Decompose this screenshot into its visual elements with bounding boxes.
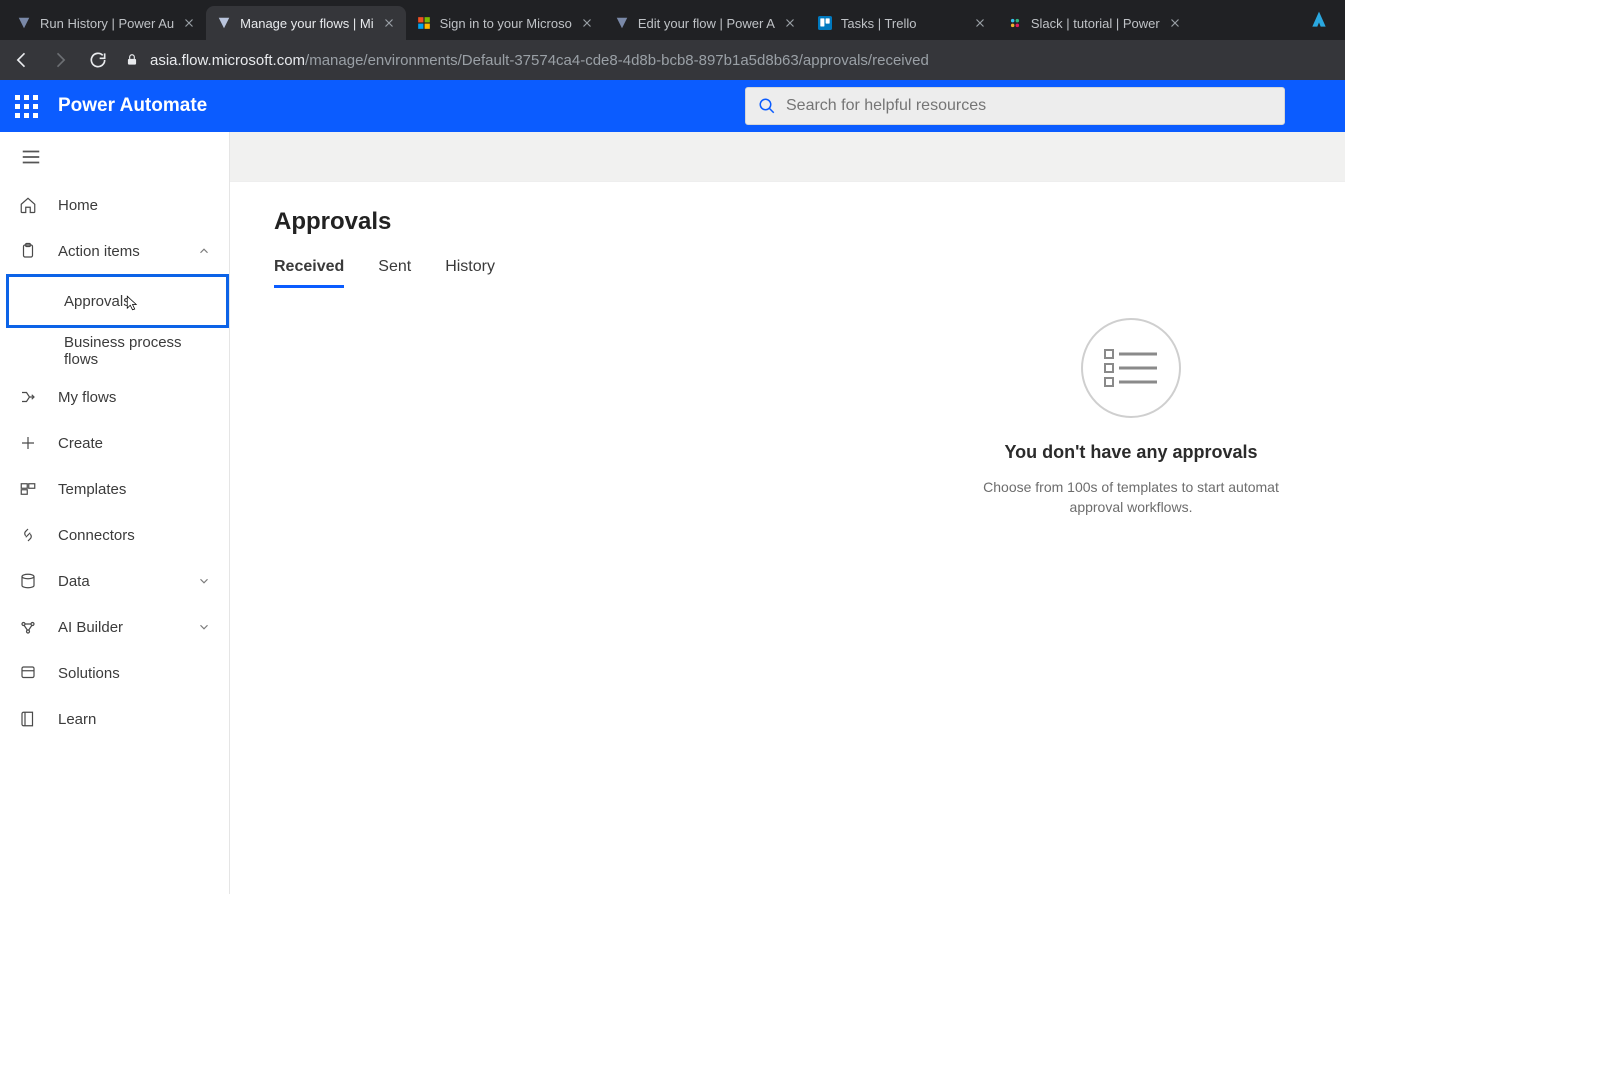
sidebar-label: Solutions [58,665,211,682]
app-launcher-icon[interactable] [12,92,40,120]
url-text: asia.flow.microsoft.com/manage/environme… [150,52,929,69]
sidebar-toggle[interactable] [0,132,229,182]
command-bar [230,132,1345,182]
close-icon[interactable] [973,16,987,30]
close-icon[interactable] [382,16,396,30]
book-icon [18,709,38,729]
home-icon [18,195,38,215]
tab-title: Slack | tutorial | Power [1031,16,1160,31]
browser-tab[interactable]: Tasks | Trello [807,6,997,40]
close-icon[interactable] [182,16,196,30]
forward-button[interactable] [48,48,72,72]
lock-icon [124,52,140,68]
brand-title[interactable]: Power Automate [58,95,207,117]
sidebar-label: Business process flows [64,334,213,368]
search-box[interactable] [745,87,1285,125]
browser-tab[interactable]: Edit your flow | Power A [604,6,807,40]
close-icon[interactable] [580,16,594,30]
sidebar-item-home[interactable]: Home [0,182,229,228]
url-field[interactable]: asia.flow.microsoft.com/manage/environme… [124,52,1335,69]
solutions-icon [18,663,38,683]
trello-icon [817,15,833,31]
sidebar-label: Data [58,573,177,590]
sidebar-item-connectors[interactable]: Connectors [0,512,229,558]
flow-icon [16,15,32,31]
sidebar-label: Create [58,435,211,452]
close-icon[interactable] [783,16,797,30]
chevron-down-icon [197,620,211,634]
hamburger-icon [20,146,42,168]
chevron-up-icon [197,244,211,258]
browser-tab[interactable]: Sign in to your Microso [406,6,604,40]
sidebar-label: Templates [58,481,211,498]
content-tabs: Received Sent History [274,258,1301,288]
tab-sent[interactable]: Sent [378,258,411,288]
app-header: Power Automate [0,80,1345,132]
empty-title: You don't have any approvals [1004,442,1257,463]
list-icon [1081,318,1181,418]
sidebar-item-my-flows[interactable]: My flows [0,374,229,420]
browser-tab[interactable]: Manage your flows | Mi [206,6,405,40]
sidebar-subitem-bpf[interactable]: Business process flows [0,328,229,374]
azure-icon[interactable] [1299,0,1339,40]
main-content: Approvals Received Sent History You don'… [230,132,1345,894]
microsoft-icon [416,15,432,31]
sidebar-label: Action items [58,243,177,260]
page-title: Approvals [274,208,1301,236]
search-input[interactable] [786,97,1272,115]
tab-title: Run History | Power Au [40,16,174,31]
sidebar-item-action-items[interactable]: Action items [0,228,229,274]
search-icon [758,97,776,115]
sidebar-item-ai-builder[interactable]: AI Builder [0,604,229,650]
sidebar-label: My flows [58,389,211,406]
sidebar-item-learn[interactable]: Learn [0,696,229,742]
tab-title: Manage your flows | Mi [240,16,373,31]
sidebar-subitem-approvals[interactable]: Approvals [0,274,229,328]
tab-title: Edit your flow | Power A [638,16,775,31]
flow-icon [216,15,232,31]
flow-icon [614,15,630,31]
tab-received[interactable]: Received [274,258,344,288]
connectors-icon [18,525,38,545]
sidebar-label: Home [58,197,211,214]
sidebar: Home Action items Approvals Business pro… [0,132,230,894]
empty-subtitle: Choose from 100s of templates to start a… [961,477,1301,518]
back-button[interactable] [10,48,34,72]
sidebar-item-create[interactable]: Create [0,420,229,466]
tab-title: Tasks | Trello [841,16,965,31]
address-bar: asia.flow.microsoft.com/manage/environme… [0,40,1345,80]
sidebar-label: Learn [58,711,211,728]
plus-icon [18,433,38,453]
flow-icon [18,387,38,407]
browser-tab[interactable]: Slack | tutorial | Power [997,6,1192,40]
browser-tab-strip: Run History | Power Au Manage your flows… [0,0,1345,40]
chevron-down-icon [197,574,211,588]
ai-icon [18,617,38,637]
templates-icon [18,479,38,499]
reload-button[interactable] [86,48,110,72]
sidebar-label: Connectors [58,527,211,544]
empty-state: You don't have any approvals Choose from… [961,318,1301,518]
browser-tab[interactable]: Run History | Power Au [6,6,206,40]
sidebar-item-templates[interactable]: Templates [0,466,229,512]
sidebar-item-solutions[interactable]: Solutions [0,650,229,696]
clipboard-icon [18,241,38,261]
sidebar-item-data[interactable]: Data [0,558,229,604]
sidebar-label: AI Builder [58,619,177,636]
close-icon[interactable] [1168,16,1182,30]
data-icon [18,571,38,591]
tab-history[interactable]: History [445,258,495,288]
sidebar-label: Approvals [64,293,131,310]
slack-icon [1007,15,1023,31]
tab-title: Sign in to your Microso [440,16,572,31]
